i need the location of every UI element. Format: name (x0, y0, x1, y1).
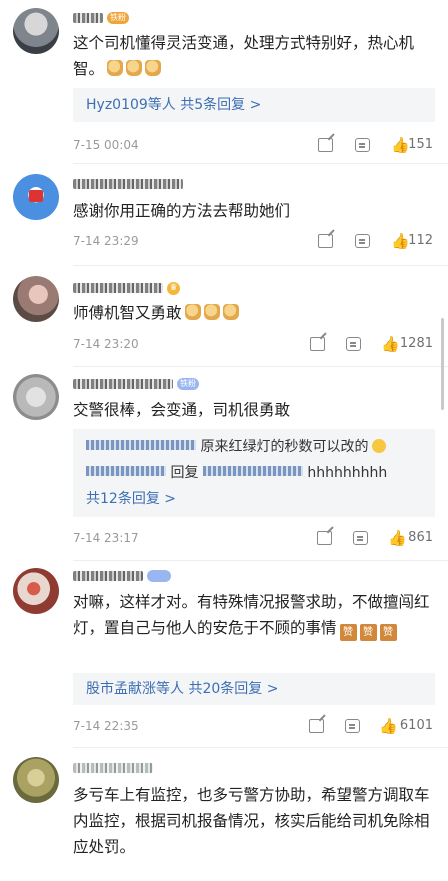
reply-text: hhhhhhhhh (307, 465, 388, 481)
fan-badge: 铁粉 (107, 12, 129, 24)
comment-icon[interactable] (345, 719, 360, 733)
timestamp: 7-14 23:17 (73, 531, 139, 545)
thumbs-up-icon[interactable]: 👍 (381, 337, 400, 352)
zan-emoji-icon: 赞 (379, 624, 397, 641)
avatar[interactable] (13, 757, 59, 803)
reply-text: 原来红绿灯的秒数可以改的 (200, 439, 369, 455)
reply-preview-box[interactable]: Hyz0109等人 共5条回复 > (73, 88, 435, 122)
divider (73, 163, 448, 164)
timestamp: 7-14 23:29 (73, 234, 139, 248)
like-count: 6101 (399, 718, 433, 733)
comment-body: 这个司机懂得灵活变通，处理方式特别好，热心机智。 (73, 34, 415, 78)
username-blurred[interactable] (73, 179, 183, 189)
fan-badge (147, 570, 171, 582)
thumbs-up-icon[interactable]: 👍 (391, 234, 410, 249)
share-icon[interactable] (309, 719, 324, 733)
avatar[interactable] (13, 374, 59, 420)
view-replies-link[interactable]: 共12条回复 > (86, 490, 176, 508)
username-blurred[interactable] (73, 763, 153, 773)
share-icon[interactable] (317, 531, 332, 545)
comment-meta: 7-14 22:35 👍 6101 (73, 717, 435, 735)
timestamp: 7-14 23:20 (73, 337, 139, 351)
avatar[interactable] (13, 568, 59, 614)
timestamp: 7-15 00:04 (73, 138, 139, 152)
username-row[interactable] (73, 760, 153, 776)
username-row[interactable]: 铁粉 (73, 10, 129, 26)
thumbs-up-emoji-icon (107, 60, 124, 76)
comment-text[interactable]: 交警很棒，会变通，司机很勇敢 (73, 397, 433, 423)
username-row[interactable] (73, 176, 183, 192)
view-replies-link[interactable]: Hyz0109等人 共5条回复 > (86, 96, 261, 114)
timestamp: 7-14 22:35 (73, 719, 139, 733)
thumbs-up-emoji-icon (222, 304, 239, 320)
share-icon[interactable] (318, 234, 333, 248)
divider (73, 265, 448, 266)
comment-icon[interactable] (355, 234, 370, 248)
divider (73, 747, 448, 748)
share-icon[interactable] (318, 138, 333, 152)
username-blurred[interactable] (73, 283, 163, 293)
thumbs-up-emoji-icon (203, 304, 220, 320)
avatar[interactable] (13, 276, 59, 322)
reply-username-blurred[interactable] (86, 440, 196, 450)
comment-icon[interactable] (346, 337, 361, 351)
avatar[interactable] (13, 8, 59, 54)
comment-meta: 7-15 00:04 👍 151 (73, 136, 435, 154)
comment-text[interactable]: 感谢你用正确的方法去帮助她们 (73, 198, 433, 224)
like-count: 861 (408, 530, 433, 545)
username-row[interactable]: 铁粉 (73, 376, 199, 392)
thumbs-up-icon[interactable]: 👍 (379, 719, 398, 734)
reply-target-blurred[interactable] (202, 466, 303, 476)
comment-icon[interactable] (355, 138, 370, 152)
view-replies-link[interactable]: 股市孟献涨等人 共20条回复 > (86, 680, 278, 698)
divider (73, 366, 448, 367)
username-blurred[interactable] (73, 571, 143, 581)
thumbs-up-icon[interactable]: 👍 (388, 531, 407, 546)
thumbs-up-icon[interactable]: 👍 (391, 138, 410, 153)
comment-body: 师傅机智又勇敢 (73, 304, 182, 322)
reply-username-blurred[interactable] (86, 466, 166, 476)
comment-meta: 7-14 23:17 👍 861 (73, 529, 435, 547)
reply-preview-box[interactable]: 股市孟献涨等人 共20条回复 > (73, 673, 435, 705)
tshirt-icon (29, 190, 43, 202)
zan-emoji-icon: 赞 (359, 624, 377, 641)
laughing-emoji-icon (372, 439, 387, 453)
thumbs-up-emoji-icon (184, 304, 201, 320)
comment-icon[interactable] (353, 531, 368, 545)
username-row[interactable]: ♛ (73, 280, 180, 296)
comment-text[interactable]: 对嘛，这样才对。有特殊情况报警求助，不做擅闯红灯，置自己与他人的安危于不顾的事情… (73, 589, 433, 641)
scrollbar[interactable] (441, 318, 444, 410)
zan-emoji-icon: 赞 (339, 624, 357, 641)
username-blurred[interactable] (73, 13, 103, 23)
like-count: 1281 (399, 336, 433, 351)
username-blurred[interactable] (73, 379, 173, 389)
share-icon[interactable] (310, 337, 325, 351)
avatar[interactable] (13, 174, 59, 220)
reply-line[interactable]: 原来红绿灯的秒数可以改的 (86, 438, 387, 456)
like-count: 112 (408, 233, 433, 248)
like-count: 151 (408, 137, 433, 152)
reply-preview-box[interactable]: 原来红绿灯的秒数可以改的 回复 hhhhhhhhh 共12条回复 > (73, 429, 435, 517)
comment-text[interactable]: 这个司机懂得灵活变通，处理方式特别好，热心机智。 (73, 30, 433, 82)
comment-text[interactable]: 师傅机智又勇敢 (73, 300, 433, 326)
username-row[interactable] (73, 568, 171, 584)
thumbs-up-emoji-icon (126, 60, 143, 76)
comment-meta: 7-14 23:29 👍 112 (73, 232, 435, 250)
comment-meta: 7-14 23:20 👍 1281 (73, 335, 435, 353)
crown-icon: ♛ (167, 281, 180, 295)
reply-label: 回复 (170, 465, 199, 481)
reply-line[interactable]: 回复 hhhhhhhhh (86, 464, 387, 482)
fan-badge: 铁粉 (177, 378, 199, 390)
comment-text[interactable]: 多亏车上有监控，也多亏警方协助，希望警方调取车内监控，根据司机报备情况，核实后能… (73, 782, 433, 860)
thumbs-up-emoji-icon (145, 60, 162, 76)
divider (73, 560, 448, 561)
